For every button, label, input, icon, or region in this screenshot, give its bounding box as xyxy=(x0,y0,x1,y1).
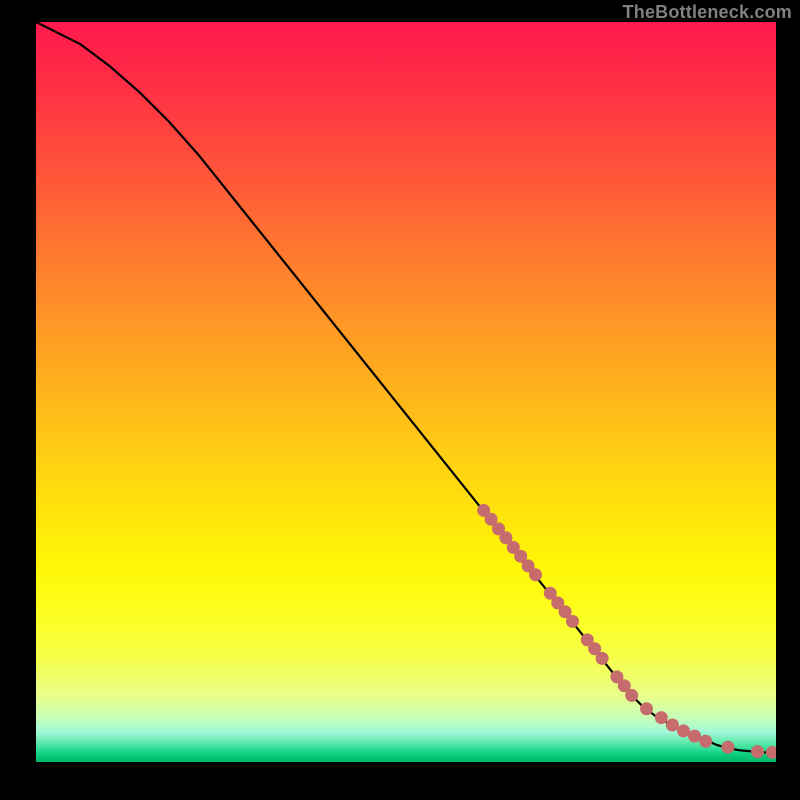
chart-container: TheBottleneck.com xyxy=(0,0,800,800)
heatmap-background xyxy=(36,22,776,762)
attribution-text: TheBottleneck.com xyxy=(623,2,792,23)
